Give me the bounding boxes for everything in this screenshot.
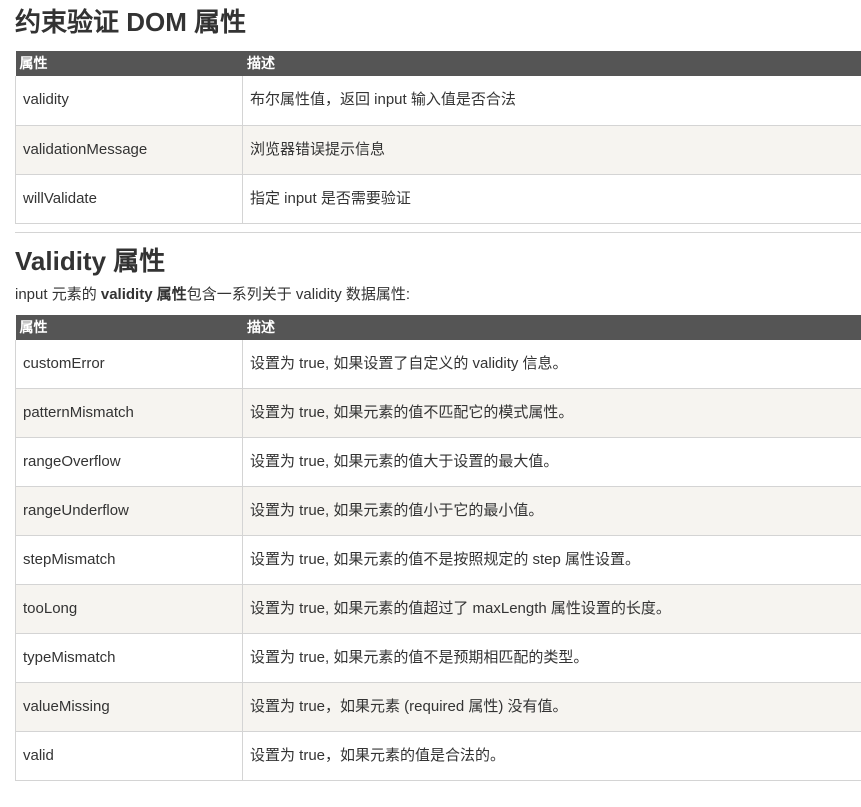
table-row: validationMessage 浏览器错误提示信息 xyxy=(15,125,861,175)
property-description: 设置为 true，如果元素 (required 属性) 没有值。 xyxy=(242,682,861,732)
property-description: 设置为 true, 如果元素的值超过了 maxLength 属性设置的长度。 xyxy=(242,584,861,634)
section-title-dom-properties: 约束验证 DOM 属性 xyxy=(15,7,247,37)
property-description: 设置为 true, 如果元素的值小于它的最小值。 xyxy=(242,486,861,536)
property-name: rangeUnderflow xyxy=(15,486,243,536)
column-header-description: 描述 xyxy=(242,314,861,340)
property-name: valueMissing xyxy=(15,682,243,732)
table-header-row: 属性 描述 xyxy=(15,51,861,76)
table-row: typeMismatch 设置为 true, 如果元素的值不是预期相匹配的类型。 xyxy=(15,633,861,683)
section-title-validity: Validity 属性 xyxy=(15,245,166,276)
column-header-property: 属性 xyxy=(15,51,243,76)
table-row: tooLong 设置为 true, 如果元素的值超过了 maxLength 属性… xyxy=(15,584,861,634)
table-row: stepMismatch 设置为 true, 如果元素的值不是按照规定的 ste… xyxy=(15,535,861,585)
validity-properties-table: 属性 描述 customError 设置为 true, 如果设置了自定义的 va… xyxy=(15,314,861,781)
property-description: 布尔属性值，返回 input 输入值是否合法 xyxy=(242,76,861,126)
table-row: rangeOverflow 设置为 true, 如果元素的值大于设置的最大值。 xyxy=(15,437,861,487)
table-row: valueMissing 设置为 true，如果元素 (required 属性)… xyxy=(15,682,861,732)
table-row: valid 设置为 true，如果元素的值是合法的。 xyxy=(15,731,861,781)
table-row: rangeUnderflow 设置为 true, 如果元素的值小于它的最小值。 xyxy=(15,486,861,536)
intro-bold: validity 属性 xyxy=(100,285,187,303)
table-row: willValidate 指定 input 是否需要验证 xyxy=(15,174,861,224)
table-row: customError 设置为 true, 如果设置了自定义的 validity… xyxy=(15,339,861,389)
property-description: 浏览器错误提示信息 xyxy=(242,125,861,175)
table-row: patternMismatch 设置为 true, 如果元素的值不匹配它的模式属… xyxy=(15,388,861,438)
property-description: 设置为 true, 如果元素的值不是按照规定的 step 属性设置。 xyxy=(242,535,861,585)
property-name: rangeOverflow xyxy=(15,437,243,487)
intro-prefix: input 元素的 xyxy=(15,285,101,303)
dom-properties-table: 属性 描述 validity 布尔属性值，返回 input 输入值是否合法 va… xyxy=(15,51,861,224)
section-divider xyxy=(15,224,861,233)
table-header-row: 属性 描述 xyxy=(15,314,861,340)
property-name: validationMessage xyxy=(15,125,243,175)
column-header-property: 属性 xyxy=(15,314,243,340)
property-description: 设置为 true，如果元素的值是合法的。 xyxy=(242,731,861,781)
property-name: patternMismatch xyxy=(15,388,243,438)
property-name: typeMismatch xyxy=(15,633,243,683)
property-description: 设置为 true, 如果元素的值不匹配它的模式属性。 xyxy=(242,388,861,438)
property-name: valid xyxy=(15,731,243,781)
property-description: 设置为 true, 如果元素的值大于设置的最大值。 xyxy=(242,437,861,487)
property-name: tooLong xyxy=(15,584,243,634)
intro-suffix: 包含一系列关于 validity 数据属性: xyxy=(186,285,411,303)
property-name: stepMismatch xyxy=(15,535,243,585)
page-content: 约束验证 DOM 属性 属性 描述 validity 布尔属性值，返回 inpu… xyxy=(15,0,861,781)
column-header-description: 描述 xyxy=(242,51,861,76)
table-row: validity 布尔属性值，返回 input 输入值是否合法 xyxy=(15,76,861,126)
property-name: willValidate xyxy=(15,174,243,224)
property-description: 设置为 true, 如果元素的值不是预期相匹配的类型。 xyxy=(242,633,861,683)
property-name: customError xyxy=(15,339,243,389)
property-name: validity xyxy=(15,76,243,126)
section-intro: input 元素的 validity 属性包含一系列关于 validity 数据… xyxy=(15,285,861,315)
property-description: 设置为 true, 如果设置了自定义的 validity 信息。 xyxy=(242,339,861,389)
property-description: 指定 input 是否需要验证 xyxy=(242,174,861,224)
